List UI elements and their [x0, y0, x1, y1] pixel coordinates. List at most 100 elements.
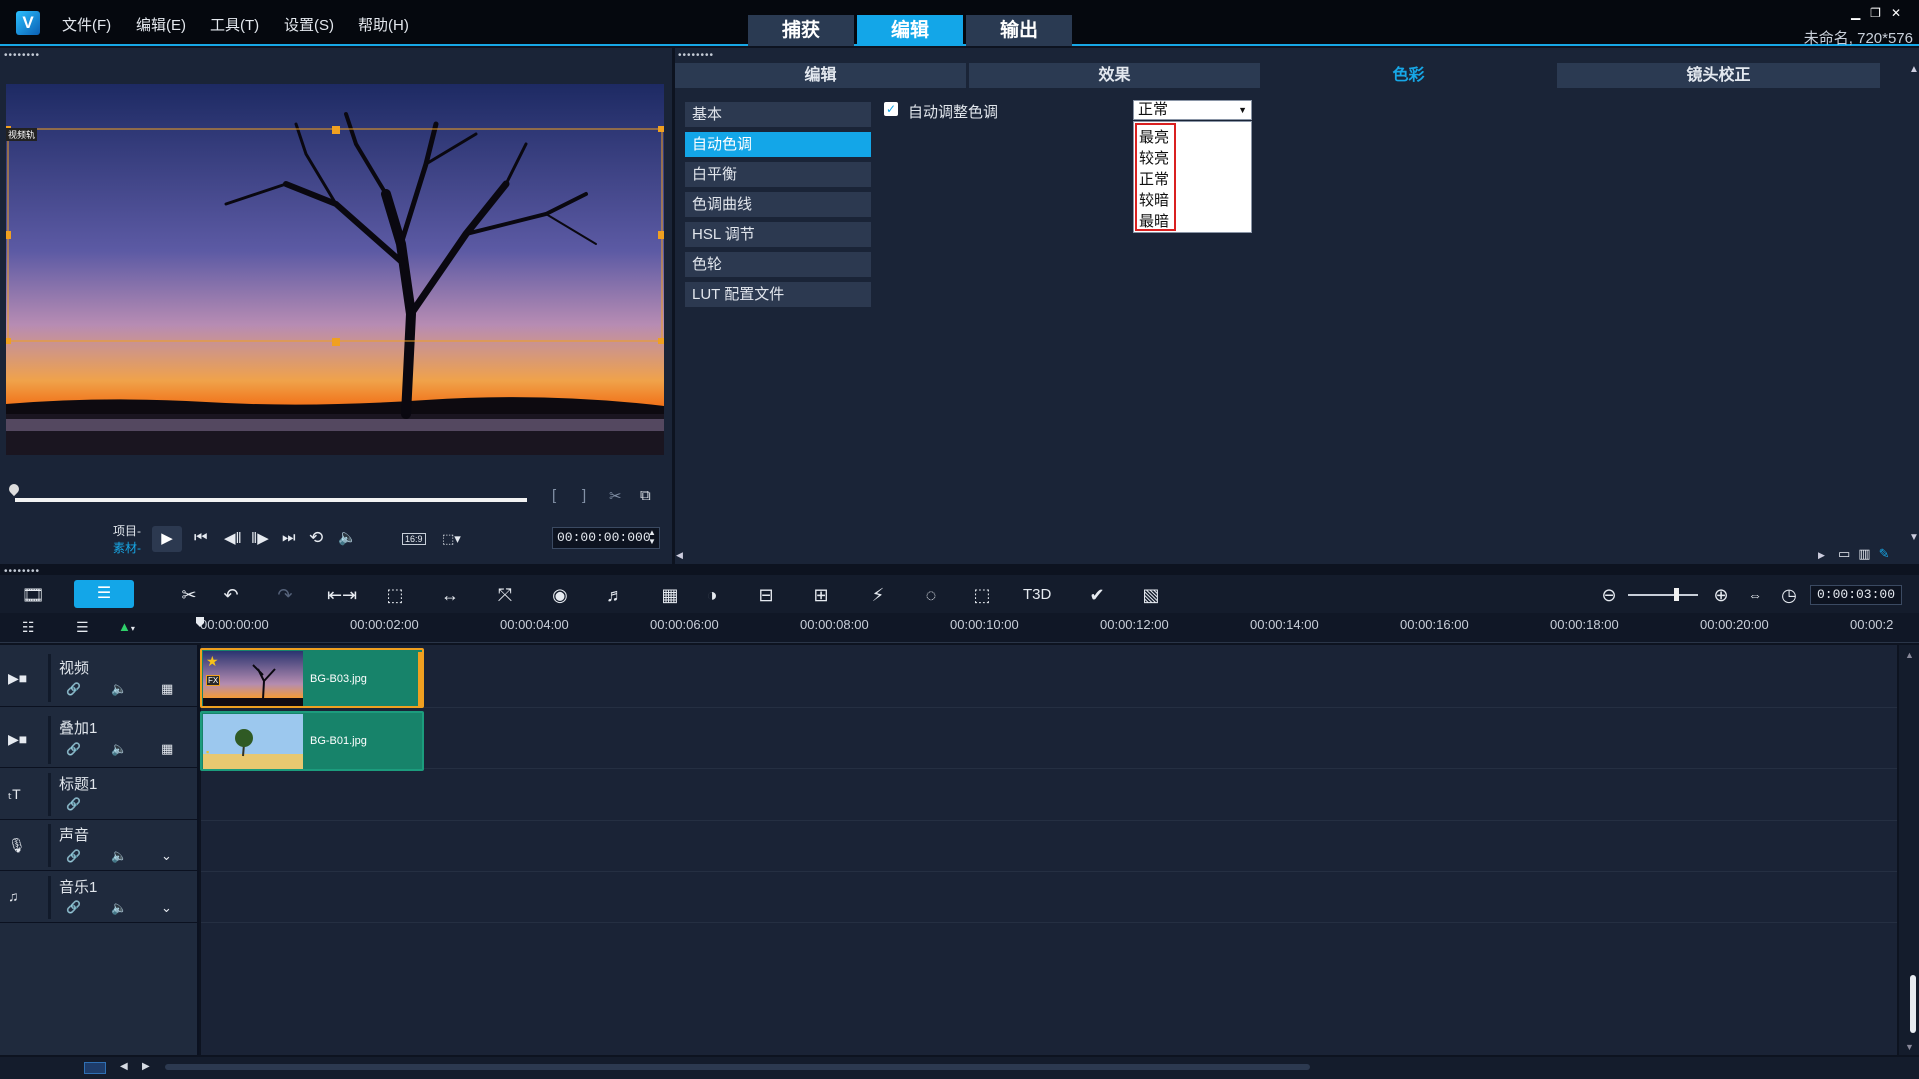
link-icon[interactable]: 🔗 [66, 849, 81, 863]
tone-option-normal[interactable]: 正常 [1139, 169, 1169, 190]
redo-icon[interactable]: ↷ [272, 584, 298, 606]
timeline-vertical-scrollbar[interactable] [1899, 645, 1919, 1055]
track-height-icon[interactable] [84, 1062, 106, 1074]
scroll-right-icon[interactable]: ▶ [142, 1061, 150, 1072]
storyboard-view-icon[interactable]: 🎞 [20, 584, 46, 606]
undo-icon[interactable]: ↶ [218, 584, 244, 606]
tab-capture[interactable]: 捕获 [748, 15, 854, 46]
category-lut-profile[interactable]: LUT 配置文件 [685, 282, 871, 307]
mask-creator-icon[interactable]: ◑ [699, 584, 725, 606]
split-screen-icon[interactable]: ⊞ [808, 584, 834, 606]
link-icon[interactable]: 🔗 [66, 797, 81, 811]
panel-grip-icon[interactable]: •••••••• [4, 50, 40, 61]
category-white-balance[interactable]: 白平衡 [685, 162, 871, 187]
split-clip-icon[interactable]: ✂ [609, 487, 622, 505]
close-icon[interactable]: ✕ [1891, 6, 1911, 20]
project-mode-label[interactable]: 项目- [113, 522, 141, 539]
previous-frame-icon[interactable]: ◀‖ [224, 529, 242, 547]
tab-options-edit[interactable]: 编辑 [675, 63, 966, 88]
timecode-stepper[interactable]: ▲ ▼ [648, 528, 656, 546]
tab-options-effects[interactable]: 效果 [969, 63, 1260, 88]
tools-icon[interactable]: ✂ [176, 584, 202, 606]
tone-option-brightest[interactable]: 最亮 [1139, 127, 1169, 148]
horizontal-scroll-thumb[interactable] [165, 1064, 1310, 1070]
lane-voice[interactable] [201, 821, 1897, 872]
chevron-down-icon[interactable]: ⌄ [161, 900, 172, 916]
menu-file[interactable]: 文件(F) [62, 14, 111, 35]
next-frame-icon[interactable]: ‖▶ [251, 529, 269, 547]
category-hsl-tuning[interactable]: HSL 调节 [685, 222, 871, 247]
mute-icon[interactable]: 🔈 [111, 900, 127, 916]
fit-project-icon[interactable]: ⇔ [1742, 584, 1768, 606]
zoom-slider-track[interactable] [1628, 594, 1698, 596]
record-capture-icon[interactable]: ◉ [547, 584, 573, 606]
scroll-thumb[interactable] [1910, 975, 1916, 1033]
fit-to-timeline-icon[interactable]: ⇤⇥ [327, 584, 357, 606]
trim-handle[interactable] [418, 652, 422, 706]
category-color-wheel[interactable]: 色轮 [685, 252, 871, 277]
tone-level-select[interactable]: 正常 ▼ [1133, 100, 1252, 120]
lane-overlay[interactable] [201, 708, 1897, 769]
menu-edit[interactable]: 编辑(E) [136, 14, 186, 35]
zoom-slider-handle[interactable] [1674, 588, 1679, 601]
track-manager-icon[interactable]: ☷ [22, 619, 35, 636]
panel-grip-icon[interactable]: •••••••• [678, 50, 714, 61]
scroll-left-icon[interactable]: ◀ [120, 1061, 128, 1072]
scroll-down-icon[interactable]: ▼ [1905, 1042, 1914, 1052]
clip-mode-label[interactable]: 素材- [113, 539, 141, 556]
tone-option-brighter[interactable]: 较亮 [1139, 148, 1169, 169]
smart-package-icon[interactable]: ↔ [437, 584, 463, 606]
mark-out-icon[interactable]: ] [582, 487, 586, 504]
tab-edit[interactable]: 编辑 [857, 15, 963, 46]
chevron-down-icon[interactable]: ⌄ [161, 848, 172, 864]
go-to-start-icon[interactable]: ⏮ [194, 529, 208, 546]
scroll-right-icon[interactable]: ▶ [1818, 550, 1825, 561]
category-basic[interactable]: 基本 [685, 102, 871, 127]
category-tone-curve[interactable]: 色调曲线 [685, 192, 871, 217]
path-icon[interactable]: ◌ [918, 584, 944, 606]
window-controls[interactable]: ▁❐✕ [1851, 6, 1911, 20]
tone-option-darker[interactable]: 较暗 [1139, 190, 1169, 211]
zoom-in-icon[interactable]: ⊕ [1708, 584, 1734, 606]
scroll-up-icon[interactable]: ▲ [1905, 650, 1914, 660]
link-icon[interactable]: 🔗 [66, 900, 81, 914]
volume-icon[interactable]: 🔈 [338, 528, 357, 546]
mark-in-icon[interactable]: [ [552, 487, 556, 504]
scroll-up-icon[interactable]: ▲ [1909, 64, 1919, 75]
tone-option-darkest[interactable]: 最暗 [1139, 211, 1169, 232]
scroll-left-icon[interactable]: ◀ [676, 550, 683, 561]
link-icon[interactable]: 🔗 [66, 682, 81, 696]
ripple-icon[interactable]: ▦ [161, 741, 173, 757]
video-masking-icon[interactable]: ▧ [1138, 584, 1164, 606]
color-grading-icon[interactable]: ✔ [1084, 584, 1110, 606]
zoom-out-icon[interactable]: ⊖ [1596, 584, 1622, 606]
3d-title-icon[interactable]: T3D [1023, 584, 1051, 606]
chapter-point-icon[interactable]: ☰ [76, 619, 89, 636]
lane-title[interactable] [201, 769, 1897, 821]
play-button[interactable]: ▶ [152, 526, 182, 552]
minimize-icon[interactable]: ▁ [1851, 6, 1870, 20]
track-header-overlay[interactable] [0, 708, 199, 768]
auto-tone-checkbox[interactable]: ✓ [884, 102, 898, 116]
pan-zoom-icon[interactable]: ⬚ [969, 584, 995, 606]
mute-icon[interactable]: 🔈 [111, 741, 127, 757]
ripple-icon[interactable]: ▦ [161, 681, 173, 697]
menu-settings[interactable]: 设置(S) [284, 14, 334, 35]
restore-icon[interactable]: ❐ [1870, 6, 1891, 20]
add-marker-icon[interactable]: ▲▾ [118, 619, 135, 634]
repeat-icon[interactable]: ⟲ [309, 528, 323, 548]
change-display-icon[interactable]: ⬚▾ [442, 531, 461, 547]
mute-icon[interactable]: 🔈 [111, 681, 127, 697]
lane-music[interactable] [201, 872, 1897, 923]
track-header-video[interactable] [0, 645, 199, 707]
menu-help[interactable]: 帮助(H) [358, 14, 409, 35]
menu-tools[interactable]: 工具(T) [210, 14, 259, 35]
scroll-down-icon[interactable]: ▼ [1909, 532, 1919, 543]
scrubber-track[interactable] [15, 498, 527, 502]
enlarge-preview-icon[interactable]: ⧉ [640, 487, 651, 504]
sound-mixer-icon[interactable]: ♬ [602, 584, 628, 606]
tab-options-color[interactable]: 色彩 [1263, 63, 1554, 88]
link-icon[interactable]: 🔗 [66, 742, 81, 756]
mute-icon[interactable]: 🔈 [111, 848, 127, 864]
crop-icon[interactable]: ⬚ [382, 584, 408, 606]
